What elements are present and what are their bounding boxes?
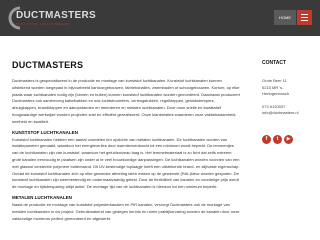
contact-sidebar: CONTACT Grote Beer 11 5215 MR 's- Hertog… bbox=[262, 60, 312, 144]
facebook-icon[interactable]: f bbox=[262, 134, 271, 144]
main-content: DUCTMASTERS Ductmasters is gespecialisee… bbox=[12, 60, 240, 225]
home-button[interactable]: HOME bbox=[274, 10, 296, 25]
social-links: f t ▶ bbox=[262, 127, 312, 144]
section-text-metalen: Naast de productie en montage van kunsts… bbox=[12, 201, 240, 221]
brand-tagline: KUNSTSTOF LUCHTKANALEN bbox=[16, 22, 70, 26]
site-logo[interactable]: DUCTMASTERS KUNSTSTOF LUCHTKANALEN bbox=[6, 4, 96, 32]
intro-paragraph: Ductmasters is gespecialiseerd in de pro… bbox=[12, 78, 240, 124]
section-heading-metalen: METALEN LUCHTKANALEN bbox=[12, 194, 72, 200]
twitter-icon[interactable]: t bbox=[273, 134, 282, 144]
page-title: DUCTMASTERS bbox=[12, 60, 84, 70]
brand-name: DUCTMASTERS bbox=[16, 10, 96, 21]
section-text-kunststof: Kunststof luchtkanalen hebben een aantal… bbox=[12, 136, 240, 190]
contact-title: CONTACT bbox=[262, 60, 287, 66]
site-header: DUCTMASTERS KUNSTSTOF LUCHTKANALEN HOME bbox=[0, 0, 320, 36]
youtube-icon[interactable]: ▶ bbox=[284, 134, 293, 144]
menu-button[interactable] bbox=[297, 10, 312, 25]
section-heading-kunststof: KUNSTSTOF LUCHTKANALEN bbox=[12, 129, 78, 135]
email-link[interactable]: info@ductmasters.nl bbox=[262, 110, 312, 117]
